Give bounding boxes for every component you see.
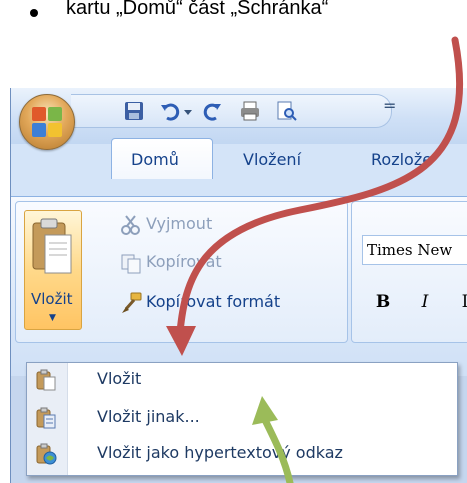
quick-print-icon[interactable]: [239, 100, 261, 122]
paste-menu: Vložit Vložit jinak... Vložit jako hyper…: [26, 362, 458, 476]
paste-button[interactable]: Vložit ▼: [24, 210, 82, 330]
tab-page-layout[interactable]: Rozlože: [371, 150, 432, 169]
menu-item-paste[interactable]: Vložit: [27, 363, 457, 397]
menu-item-paste-special[interactable]: Vložit jinak...: [27, 401, 457, 435]
tab-insert[interactable]: Vložení: [243, 150, 301, 169]
menu-item-paste-label: Vložit: [97, 369, 142, 388]
font-group: Times New B I I: [351, 201, 467, 343]
tab-home[interactable]: Domů: [111, 138, 213, 179]
cut-button[interactable]: Vyjmout: [146, 214, 212, 233]
cut-icon: [121, 215, 140, 235]
customize-qat-button[interactable]: =: [383, 96, 396, 115]
ribbon-tabs: Domů Vložení Rozlože: [11, 128, 467, 179]
copy-icon: [121, 254, 141, 274]
clipboard-icon: [32, 218, 72, 274]
redo-icon[interactable]: [201, 100, 223, 122]
instruction-text: kartu „Domů“ část „Schránka“: [66, 0, 329, 19]
clipboard-group: Vložit ▼ Vyjmout Kopírovat Kopírovat for…: [15, 201, 348, 343]
undo-icon[interactable]: [159, 100, 181, 122]
underline-button[interactable]: I: [452, 289, 467, 315]
undo-dropdown-icon[interactable]: [183, 103, 193, 119]
menu-item-paste-special-label: Vložit jinak...: [97, 407, 200, 426]
paste-label: Vložit: [31, 290, 73, 308]
format-painter-button[interactable]: Kopírovat formát: [146, 292, 280, 311]
paste-dropdown-arrow-icon[interactable]: ▼: [49, 313, 56, 323]
italic-button[interactable]: I: [412, 289, 438, 315]
font-name-field[interactable]: Times New: [362, 235, 467, 265]
paste-icon: [36, 369, 56, 391]
save-icon[interactable]: [123, 100, 145, 122]
bullet-dot: [30, 9, 38, 17]
menu-item-paste-as-hyperlink[interactable]: Vložit jako hypertextový odkaz: [27, 437, 457, 471]
bold-button[interactable]: B: [370, 289, 396, 315]
paste-special-icon: [36, 407, 56, 429]
tab-home-label: Domů: [131, 150, 179, 169]
menu-item-paste-as-hyperlink-label: Vložit jako hypertextový odkaz: [97, 443, 343, 462]
print-preview-icon[interactable]: [275, 100, 297, 122]
format-painter-icon: [122, 292, 142, 313]
paste-hyperlink-icon: [36, 443, 57, 465]
ribbon-home: Vložit ▼ Vyjmout Kopírovat Kopírovat for…: [11, 196, 467, 377]
copy-button[interactable]: Kopírovat: [146, 252, 222, 271]
quick-access-toolbar: [71, 94, 392, 128]
